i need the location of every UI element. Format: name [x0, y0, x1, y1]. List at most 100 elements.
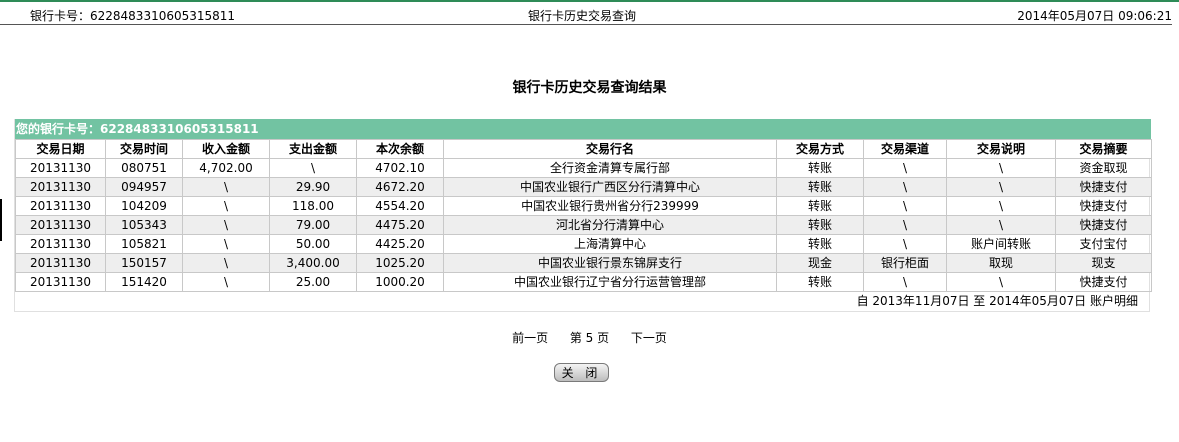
- header-bar: 银行卡号：6228483310605315811 银行卡历史交易查询 2014年…: [0, 2, 1172, 25]
- table-cell: \: [946, 196, 1056, 216]
- column-header: 交易渠道: [863, 139, 947, 159]
- table-cell: 4425.20: [356, 234, 444, 254]
- table-cell: \: [946, 158, 1056, 178]
- table-cell: 转账: [776, 177, 864, 197]
- column-header: 交易摘要: [1055, 139, 1152, 159]
- table-cell: 快捷支付: [1055, 272, 1152, 292]
- table-cell: 4554.20: [356, 196, 444, 216]
- column-header: 收入金额: [182, 139, 270, 159]
- table-cell: 79.00: [269, 215, 357, 235]
- table-row: 20131130 105821 \ 50.00 4425.20 上海清算中心 转账 \ 账户间转…: [15, 234, 1152, 254]
- table-cell: 104209: [105, 196, 183, 216]
- table-cell: \: [946, 177, 1056, 197]
- close-button[interactable]: 关 闭: [554, 363, 609, 382]
- table-cell: 全行资金清算专属行部: [443, 158, 777, 178]
- table-cell: \: [182, 234, 270, 254]
- table-cell: 快捷支付: [1055, 196, 1152, 216]
- column-header: 交易时间: [105, 139, 183, 159]
- table-cell: 150157: [105, 253, 183, 273]
- table-cell: 151420: [105, 272, 183, 292]
- table-cell: 29.90: [269, 177, 357, 197]
- table-cell: 账户间转账: [946, 234, 1056, 254]
- table-cell: 3,400.00: [269, 253, 357, 273]
- table-cell: 20131130: [15, 177, 106, 197]
- page-suffix: 页: [597, 331, 610, 345]
- page-prefix: 第: [569, 331, 582, 345]
- table-row: 20131130 104209 \ 118.00 4554.20 中国农业银行贵州省分行2…: [15, 196, 1152, 216]
- column-header: 支出金额: [269, 139, 357, 159]
- pagination: 前一页 第 5 页 下一页: [0, 331, 1179, 345]
- table-row: 20131130 080751 4,702.00 \ 4702.10 全行资金清算专属行部…: [15, 158, 1152, 178]
- table-cell: 4672.20: [356, 177, 444, 197]
- table-cell: 快捷支付: [1055, 177, 1152, 197]
- table-cell: 快捷支付: [1055, 215, 1152, 235]
- table-cell: 支付宝付: [1055, 234, 1152, 254]
- table-cell: 现金: [776, 253, 864, 273]
- next-page-link[interactable]: 下一页: [631, 331, 667, 345]
- table-cell: 转账: [776, 234, 864, 254]
- table-cell: 118.00: [269, 196, 357, 216]
- table-row: 20131130 105343 \ 79.00 4475.20 河北省分行清算中心 转账 \ \…: [15, 215, 1152, 235]
- table-row: 20131130 150157 \ 3,400.00 1025.20 中国农业银行景东锦屏…: [15, 253, 1152, 273]
- table-cell: \: [182, 177, 270, 197]
- header-card-number: 银行卡号：6228483310605315811: [30, 9, 236, 23]
- table-cell: 转账: [776, 272, 864, 292]
- table-header-row: 交易日期 交易时间 收入金额 支出金额 本次余额 交易行名 交易方式 交易渠道 …: [15, 139, 1152, 159]
- table-cell: 转账: [776, 158, 864, 178]
- table-cell: 20131130: [15, 234, 106, 254]
- table-cell: \: [863, 234, 947, 254]
- table-row: 20131130 151420 \ 25.00 1000.20 中国农业银行辽宁省分行运营…: [15, 272, 1152, 292]
- table-cell: \: [269, 158, 357, 178]
- table-cell: 资金取现: [1055, 158, 1152, 178]
- table-cell: 20131130: [15, 253, 106, 273]
- prev-page-link[interactable]: 前一页: [512, 331, 548, 345]
- table-cell: \: [182, 253, 270, 273]
- card-number-bar: 您的银行卡号：6228483310605315811: [15, 119, 1151, 139]
- header-title: 银行卡历史交易查询: [528, 9, 637, 23]
- column-header: 本次余额: [356, 139, 444, 159]
- table-cell: 转账: [776, 215, 864, 235]
- table-cell: 20131130: [15, 196, 106, 216]
- table-cell: 1000.20: [356, 272, 444, 292]
- table-cell: 105821: [105, 234, 183, 254]
- result-panel: 您的银行卡号：6228483310605315811 交易日期 交易时间 收入金…: [14, 119, 1152, 312]
- table-cell: \: [863, 215, 947, 235]
- table-cell: \: [182, 272, 270, 292]
- table-cell: 1025.20: [356, 253, 444, 273]
- table-cell: \: [863, 196, 947, 216]
- column-header: 交易方式: [776, 139, 864, 159]
- column-header: 交易行名: [443, 139, 777, 159]
- table-cell: \: [946, 215, 1056, 235]
- table-cell: 20131130: [15, 158, 106, 178]
- table-cell: \: [863, 158, 947, 178]
- transaction-table: 交易日期 交易时间 收入金额 支出金额 本次余额 交易行名 交易方式 交易渠道 …: [15, 139, 1152, 292]
- table-cell: 4475.20: [356, 215, 444, 235]
- table-cell: \: [946, 272, 1056, 292]
- table-cell: 4702.10: [356, 158, 444, 178]
- left-edge-mark: [0, 199, 2, 241]
- table-cell: 20131130: [15, 272, 106, 292]
- table-cell: 现支: [1055, 253, 1152, 273]
- column-header: 交易日期: [15, 139, 106, 159]
- page-number: 5: [585, 331, 594, 345]
- table-cell: \: [863, 177, 947, 197]
- table-cell: 银行柜面: [863, 253, 947, 273]
- table-cell: 中国农业银行贵州省分行239999: [443, 196, 777, 216]
- table-cell: 中国农业银行辽宁省分行运营管理部: [443, 272, 777, 292]
- table-cell: 094957: [105, 177, 183, 197]
- table-cell: \: [863, 272, 947, 292]
- table-cell: 080751: [105, 158, 183, 178]
- page-title: 银行卡历史交易查询结果: [512, 80, 667, 96]
- table-cell: 4,702.00: [182, 158, 270, 178]
- table-cell: 50.00: [269, 234, 357, 254]
- table-row: 20131130 094957 \ 29.90 4672.20 中国农业银行广西区分行清算…: [15, 177, 1152, 197]
- table-cell: 25.00: [269, 272, 357, 292]
- table-cell: 中国农业银行广西区分行清算中心: [443, 177, 777, 197]
- table-cell: 105343: [105, 215, 183, 235]
- column-header: 交易说明: [946, 139, 1056, 159]
- date-range-text: 自 2013年11月07日 至 2014年05月07日 账户明细: [856, 294, 1138, 308]
- table-cell: \: [182, 196, 270, 216]
- table-cell: 20131130: [15, 215, 106, 235]
- table-cell: 上海清算中心: [443, 234, 777, 254]
- table-cell: 河北省分行清算中心: [443, 215, 777, 235]
